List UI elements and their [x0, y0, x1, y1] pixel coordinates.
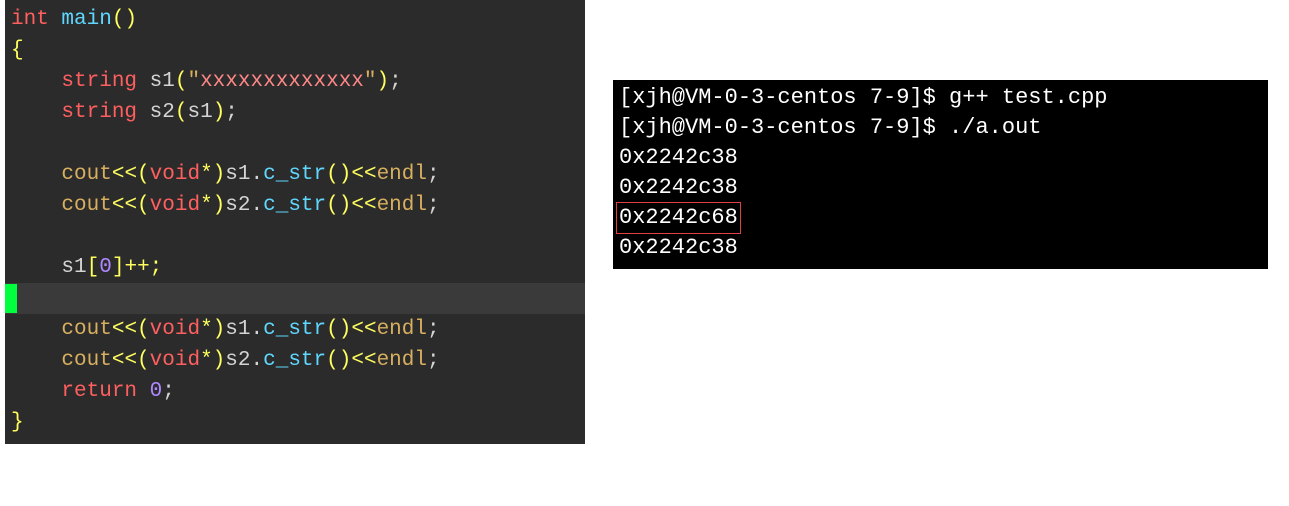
terminal-command-compile: [xjh@VM-0-3-centos 7-9]$ g++ test.cpp: [619, 83, 1262, 113]
function-main: main: [61, 4, 111, 35]
method-c-str: c_str: [263, 345, 326, 376]
terminal-command-run: [xjh@VM-0-3-centos 7-9]$ ./a.out: [619, 113, 1262, 143]
cout: cout: [61, 345, 111, 376]
code-line[interactable]: return 0;: [5, 376, 585, 407]
code-line[interactable]: }: [5, 407, 585, 438]
number-zero: 0: [150, 376, 163, 407]
string-literal: xxxxxxxxxxxxx: [200, 66, 364, 97]
endl: endl: [377, 314, 427, 345]
endl: endl: [377, 190, 427, 221]
highlight-box: 0x2242c68: [616, 202, 741, 234]
keyword-void: void: [150, 345, 200, 376]
code-line[interactable]: string s2(s1);: [5, 97, 585, 128]
keyword-void: void: [150, 314, 200, 345]
caret-icon: [5, 284, 17, 313]
code-line[interactable]: cout<<(void*)s1.c_str()<<endl;: [5, 159, 585, 190]
cout: cout: [61, 159, 111, 190]
code-line[interactable]: cout<<(void*)s2.c_str()<<endl;: [5, 190, 585, 221]
endl: endl: [377, 159, 427, 190]
keyword-void: void: [150, 159, 200, 190]
code-line[interactable]: string s1("xxxxxxxxxxxxx");: [5, 66, 585, 97]
keyword-return: return: [61, 376, 137, 407]
open-brace: {: [11, 35, 24, 66]
code-line[interactable]: s1[0]++;: [5, 252, 585, 283]
endl: endl: [377, 345, 427, 376]
code-line[interactable]: int main(): [5, 4, 585, 35]
code-line-cursor[interactable]: [5, 283, 585, 314]
method-c-str: c_str: [263, 314, 326, 345]
code-line[interactable]: cout<<(void*)s2.c_str()<<endl;: [5, 345, 585, 376]
cout: cout: [61, 314, 111, 345]
method-c-str: c_str: [263, 159, 326, 190]
parens: (): [112, 4, 137, 35]
terminal-output: 0x2242c38: [619, 143, 1262, 173]
code-line-blank[interactable]: [5, 128, 585, 159]
type-string: string: [61, 66, 137, 97]
code-line-blank[interactable]: [5, 221, 585, 252]
terminal-pane[interactable]: [xjh@VM-0-3-centos 7-9]$ g++ test.cpp [x…: [613, 80, 1268, 269]
method-c-str: c_str: [263, 190, 326, 221]
keyword-void: void: [150, 190, 200, 221]
keyword-int: int: [11, 4, 49, 35]
code-editor-pane: int main() { string s1("xxxxxxxxxxxxx");…: [5, 0, 585, 444]
number-zero: 0: [99, 252, 112, 283]
code-line[interactable]: cout<<(void*)s1.c_str()<<endl;: [5, 314, 585, 345]
terminal-output: 0x2242c38: [619, 233, 1262, 263]
terminal-output-highlighted: 0x2242c68: [619, 203, 1262, 233]
terminal-output: 0x2242c38: [619, 173, 1262, 203]
cout: cout: [61, 190, 111, 221]
type-string: string: [61, 97, 137, 128]
close-brace: }: [11, 407, 24, 438]
code-line[interactable]: {: [5, 35, 585, 66]
